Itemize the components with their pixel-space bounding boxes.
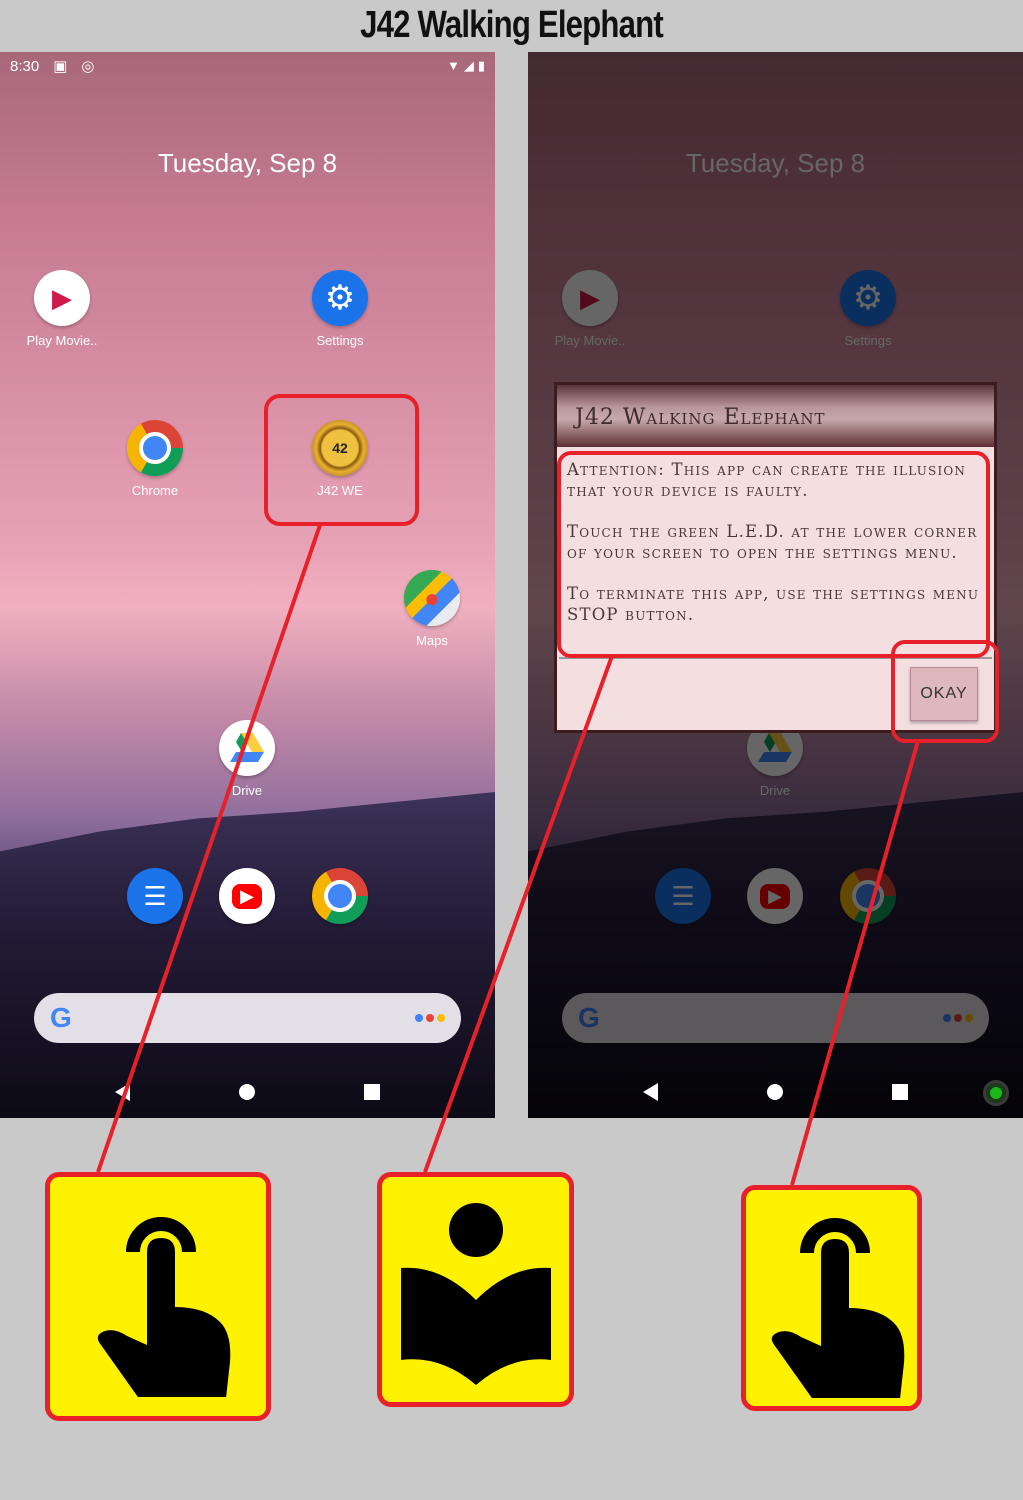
chrome-icon — [312, 868, 368, 924]
drive-icon — [219, 720, 275, 776]
dock-chrome[interactable] — [290, 868, 390, 924]
youtube-icon: ▶ — [219, 868, 275, 924]
app-play-movies[interactable]: ▶ Play Movie.. — [12, 270, 112, 348]
notification-icon: ▣ — [53, 58, 68, 75]
dialog-paragraph: Touch the green L.E.D. at the lower corn… — [567, 522, 978, 562]
phone-screen-dialog: Tuesday, Sep 8 ▶Play Movie.. ⚙Settings D… — [528, 52, 1023, 1118]
step-3-tap — [741, 1185, 922, 1411]
sync-icon: ◎ — [81, 58, 95, 75]
j42-elephant-icon: 42 — [312, 420, 368, 476]
messages-icon: ☰ — [127, 868, 183, 924]
app-maps[interactable]: ● Maps — [382, 570, 482, 648]
play-movies-icon: ▶ — [34, 270, 90, 326]
step-2-read — [377, 1172, 574, 1407]
navigation-bar — [0, 1065, 495, 1118]
signal-icon: ◢ — [463, 58, 474, 73]
page-title: J42 Walking Elephant — [360, 4, 664, 46]
dock-messages[interactable]: ☰ — [105, 868, 205, 924]
phone-screen-home: 8:30 ▣ ◎ ▼ ◢ ▮ Tuesday, Sep 8 ▶ Play Movie.… — [0, 52, 495, 1118]
app-j42-we[interactable]: 42 J42 WE — [290, 420, 390, 498]
step-1-tap — [45, 1172, 271, 1421]
date-widget[interactable]: Tuesday, Sep 8 — [0, 148, 495, 179]
navigation-bar — [528, 1065, 1023, 1118]
status-time: 8:30 — [10, 57, 40, 75]
google-logo-icon: G — [50, 1002, 72, 1033]
app-drive[interactable]: Drive — [197, 720, 297, 798]
app-chrome[interactable]: Chrome — [105, 420, 205, 498]
assistant-icon[interactable] — [415, 1014, 445, 1022]
chrome-icon — [127, 420, 183, 476]
dialog-divider — [559, 657, 992, 659]
dialog-paragraph: To terminate this app, use the settings … — [567, 584, 980, 624]
attention-dialog: J42 Walking Elephant Attention: This app… — [554, 382, 997, 733]
tap-hand-icon — [97, 1216, 231, 1397]
wifi-icon: ▼ — [446, 58, 460, 73]
settings-gear-icon: ⚙ — [312, 270, 368, 326]
maps-icon: ● — [404, 570, 460, 626]
home-icon[interactable] — [238, 1083, 255, 1100]
dialog-message: Attention: This app can create the illus… — [557, 447, 994, 657]
dialog-paragraph: Attention: This app can create the illus… — [567, 460, 967, 500]
read-instructions-icon — [400, 1202, 551, 1385]
back-icon[interactable] — [114, 1082, 130, 1101]
back-icon[interactable] — [642, 1082, 658, 1101]
okay-button[interactable]: OKAY — [910, 667, 978, 721]
google-search-bar[interactable]: G — [34, 993, 461, 1043]
recents-icon[interactable] — [892, 1083, 909, 1100]
home-icon[interactable] — [766, 1083, 783, 1100]
tap-hand-icon — [771, 1218, 904, 1398]
dialog-title: J42 Walking Elephant — [557, 385, 994, 447]
status-bar: 8:30 ▣ ◎ ▼ ◢ ▮ — [10, 56, 485, 76]
recents-icon[interactable] — [364, 1083, 381, 1100]
battery-icon: ▮ — [477, 58, 485, 73]
app-settings[interactable]: ⚙ Settings — [290, 270, 390, 348]
green-led-settings-button[interactable] — [983, 1080, 1009, 1106]
dock-youtube[interactable]: ▶ — [197, 868, 297, 924]
